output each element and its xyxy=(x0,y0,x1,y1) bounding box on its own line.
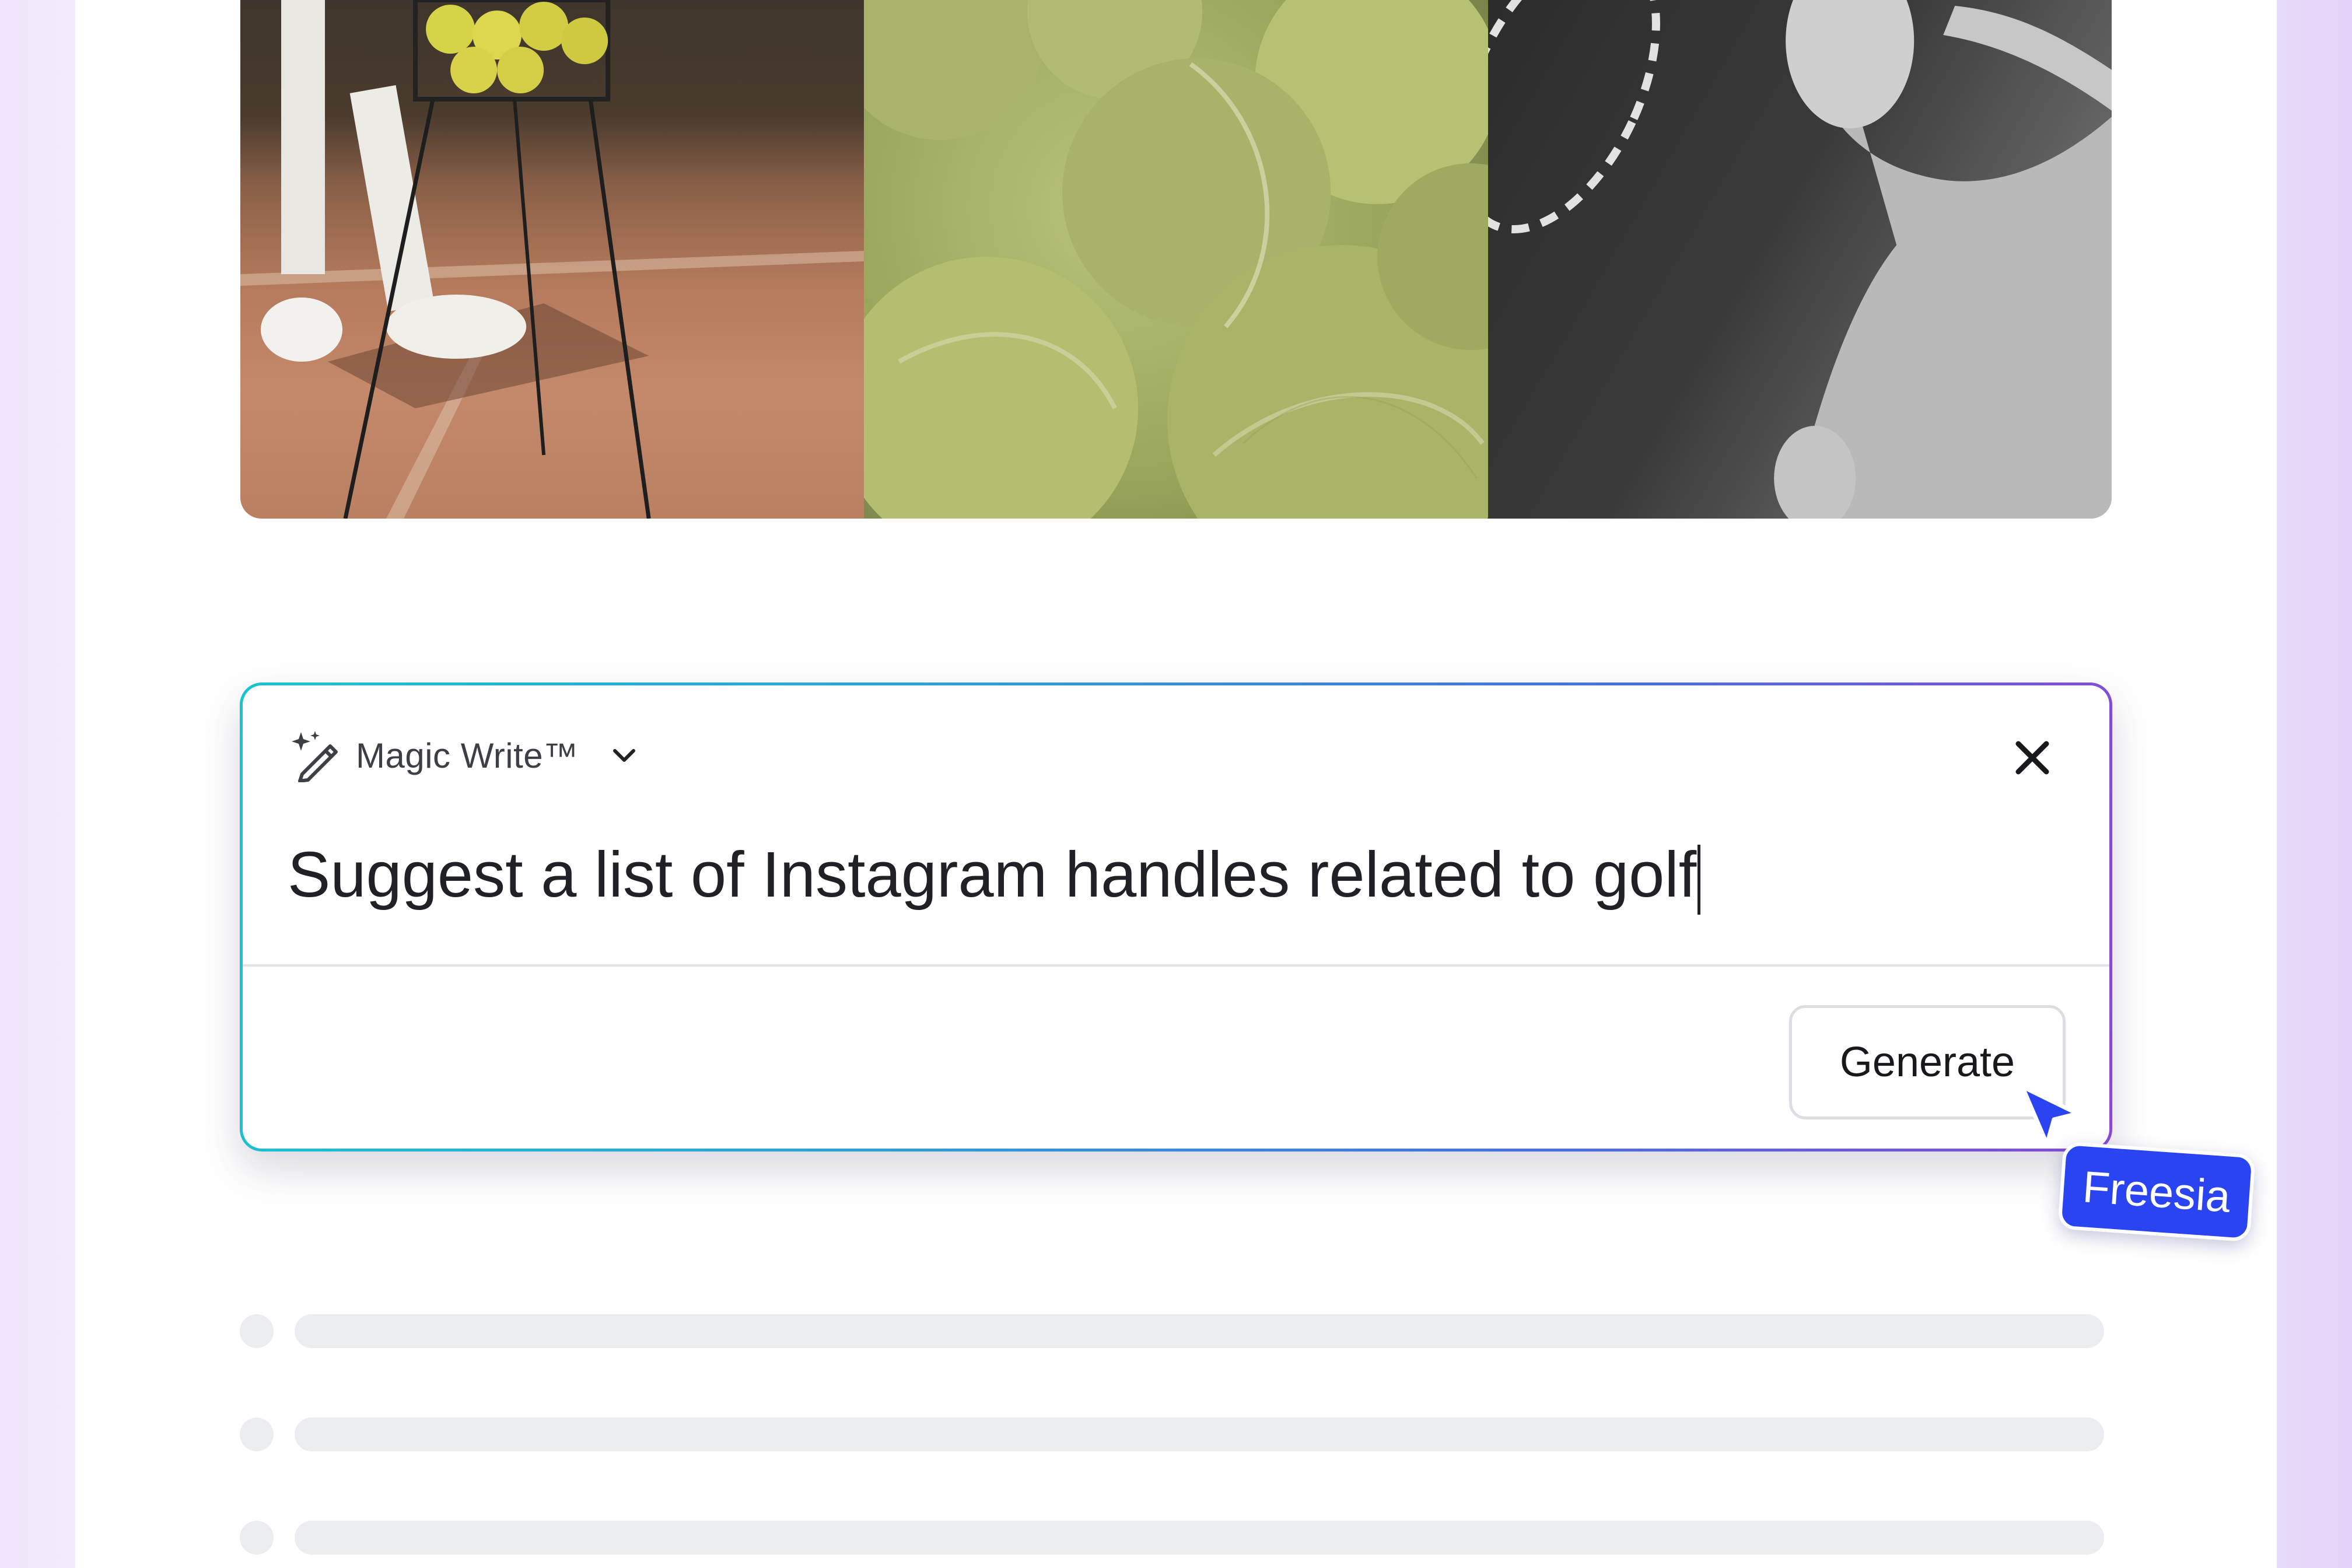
skeleton-line-1 xyxy=(240,1314,2104,1348)
skeleton-bullet xyxy=(240,1521,274,1555)
prompt-input[interactable]: Suggest a list of Instagram handles rela… xyxy=(288,822,2038,928)
magic-write-header[interactable]: Magic Write™ xyxy=(289,726,642,785)
prompt-text: Suggest a list of Instagram handles rela… xyxy=(288,839,1697,911)
skeleton-bar xyxy=(295,1418,2104,1451)
skeleton-bullet xyxy=(240,1314,274,1348)
collaborator-cursor-icon xyxy=(2018,1083,2082,1147)
magic-wand-icon xyxy=(289,729,343,783)
close-icon[interactable] xyxy=(2011,737,2053,779)
collaborator-name-tag: Freesia xyxy=(2057,1141,2256,1242)
magic-write-panel: Magic Write™ Suggest a list of Instagram… xyxy=(240,682,2112,1152)
skeleton-bar xyxy=(295,1521,2104,1555)
skeleton-bullet xyxy=(240,1418,274,1451)
skeleton-line-2 xyxy=(240,1418,2104,1451)
magic-write-title: Magic Write™ xyxy=(356,736,579,775)
chevron-down-icon[interactable] xyxy=(607,738,642,773)
magic-write-panel-body: Magic Write™ Suggest a list of Instagram… xyxy=(243,685,2109,1149)
tennis-player-photo xyxy=(1488,0,2112,519)
skeleton-bar xyxy=(295,1314,2104,1348)
document-page: Magic Write™ Suggest a list of Instagram… xyxy=(75,0,2277,1568)
text-caret xyxy=(1698,844,1701,915)
tennis-balls-photo xyxy=(864,0,1488,519)
tennis-court-photo xyxy=(240,0,864,519)
skeleton-line-3 xyxy=(240,1521,2104,1555)
photo-collage xyxy=(240,0,2112,519)
divider xyxy=(243,964,2109,967)
